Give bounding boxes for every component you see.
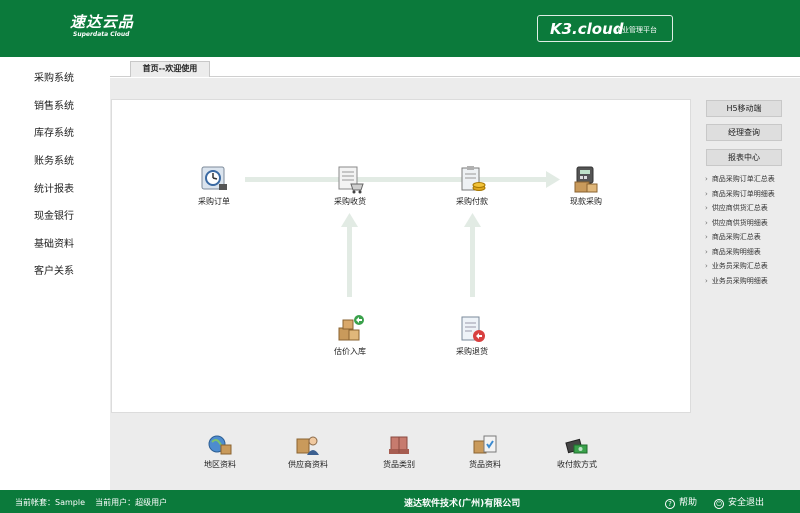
flow-label-purchase-receipt: 采购收货 (334, 197, 366, 206)
flow-node-purchase-payment[interactable]: 采购付款 (440, 164, 504, 207)
flow-label-cash-purchase: 现款采购 (570, 197, 602, 206)
chevron-right-icon: › (705, 190, 708, 198)
footer-bar: 当前帐套：Sample 当前用户：超级用户 速达软件技术(广州)有限公司 ? 帮助… (0, 490, 800, 513)
arrow-head-up-2 (464, 213, 481, 227)
logout-button[interactable]: ⏻ 安全退出 (714, 495, 764, 509)
payment-method-icon (565, 438, 588, 454)
flow-node-purchase-return[interactable]: 采购退货 (440, 314, 504, 357)
chevron-right-icon: › (705, 262, 708, 270)
help-button[interactable]: ? 帮助 (665, 495, 697, 509)
shortcut-label-supplier: 供应商资料 (288, 460, 328, 469)
chevron-right-icon: › (705, 219, 708, 227)
supplier-icon (296, 436, 319, 455)
sidebar-item-purchase[interactable]: 采购系统 (34, 69, 74, 84)
report-link-supplier-summary[interactable]: › 供应商供货汇总表 (705, 203, 768, 213)
report-link-goods-summary[interactable]: › 商品采购汇总表 (705, 232, 761, 242)
help-icon: ? (665, 499, 675, 509)
report-link-label: 商品采购订单汇总表 (711, 175, 775, 183)
product-name: K3.cloud (550, 20, 624, 38)
report-center-button[interactable]: 报表中心 (706, 149, 782, 166)
tab-home[interactable]: 首页--欢迎使用 (130, 61, 210, 77)
report-link-label: 供应商供货汇总表 (711, 204, 768, 212)
chevron-right-icon: › (705, 175, 708, 183)
flow-node-purchase-order[interactable]: 采购订单 (182, 164, 246, 207)
shortcut-goods-info[interactable]: 货品资料 (453, 433, 517, 470)
flow-node-estimated-stock-in[interactable]: 估价入库 (318, 314, 382, 357)
sidebar-item-accounting[interactable]: 账务系统 (34, 152, 74, 167)
chevron-right-icon: › (705, 277, 708, 285)
shortcut-label-goods-info: 货品资料 (469, 460, 501, 469)
header-bar: 速达云品 Superdata Cloud K3.cloud 企业管理平台 (0, 0, 800, 57)
report-link-order-summary[interactable]: › 商品采购订单汇总表 (705, 174, 775, 184)
flow-label-purchase-return: 采购退货 (456, 347, 488, 356)
account-info: 当前帐套：Sample 当前用户：超级用户 (15, 497, 167, 508)
chevron-right-icon: › (705, 204, 708, 212)
logo-sub-text: Superdata Cloud (73, 31, 130, 38)
flow-panel (111, 99, 691, 413)
arrow-horizontal (245, 177, 550, 182)
report-link-goods-detail[interactable]: › 商品采购明细表 (705, 247, 761, 257)
cash-purchase-icon (574, 166, 598, 193)
chevron-right-icon: › (705, 233, 708, 241)
region-icon (208, 435, 232, 455)
sidebar-nav: 采购系统 销售系统 库存系统 账务系统 统计报表 现金银行 基础资料 客户关系 (0, 57, 110, 490)
report-link-label: 业务员采购明细表 (711, 277, 768, 285)
flow-node-purchase-receipt[interactable]: 采购收货 (318, 164, 382, 207)
goods-category-icon (389, 436, 409, 454)
product-badge: K3.cloud 企业管理平台 (537, 15, 673, 42)
report-link-label: 商品采购明细表 (711, 248, 761, 256)
flow-node-cash-purchase[interactable]: 现款采购 (554, 164, 618, 207)
purchase-order-icon (201, 166, 227, 190)
logout-label: 安全退出 (728, 498, 765, 508)
power-icon: ⏻ (714, 499, 724, 509)
sidebar-item-reports[interactable]: 统计报表 (34, 180, 74, 195)
sidebar-item-inventory[interactable]: 库存系统 (34, 124, 74, 139)
shortcut-region[interactable]: 地区资料 (188, 433, 252, 470)
report-link-salesman-summary[interactable]: › 业务员采购汇总表 (705, 261, 768, 271)
sidebar-item-sales[interactable]: 销售系统 (34, 97, 74, 112)
arrow-head-up-1 (341, 213, 358, 227)
report-link-label: 业务员采购汇总表 (711, 262, 768, 270)
logo: 速达云品 Superdata Cloud (70, 14, 134, 39)
arrow-up-2 (470, 225, 475, 297)
report-link-order-detail[interactable]: › 商品采购订单明细表 (705, 189, 775, 199)
current-account: 当前帐套：Sample (15, 498, 85, 507)
estimated-stock-in-icon (338, 315, 364, 341)
flow-label-estimated-stock-in: 估价入库 (334, 347, 366, 356)
shortcut-supplier[interactable]: 供应商资料 (276, 433, 340, 470)
purchase-receipt-icon (338, 166, 364, 194)
manager-query-button[interactable]: 经理查询 (706, 124, 782, 141)
report-link-label: 供应商供货明细表 (711, 219, 768, 227)
tab-bar: 首页--欢迎使用 (110, 57, 800, 77)
company-name: 速达软件技术(广州)有限公司 (404, 499, 521, 509)
report-link-supplier-detail[interactable]: › 供应商供货明细表 (705, 218, 768, 228)
current-user: 当前用户：超级用户 (95, 498, 168, 507)
logo-main-text: 速达云品 (70, 13, 135, 31)
report-link-label: 商品采购订单明细表 (711, 190, 775, 198)
goods-info-icon (473, 435, 497, 454)
sidebar-item-basic-data[interactable]: 基础资料 (34, 235, 74, 250)
report-link-salesman-detail[interactable]: › 业务员采购明细表 (705, 276, 768, 286)
flow-label-purchase-order: 采购订单 (198, 197, 230, 206)
shortcut-label-payment-method: 收付款方式 (557, 460, 597, 469)
chevron-right-icon: › (705, 248, 708, 256)
help-label: 帮助 (679, 498, 698, 508)
sidebar-item-crm[interactable]: 客户关系 (34, 262, 74, 277)
shortcut-goods-category[interactable]: 货品类别 (367, 433, 431, 470)
flow-label-purchase-payment: 采购付款 (456, 197, 488, 206)
sidebar-item-cash-bank[interactable]: 现金银行 (34, 207, 74, 222)
h5-mobile-button[interactable]: H5移动端 (706, 100, 782, 117)
shortcut-label-goods-category: 货品类别 (383, 460, 415, 469)
shortcut-label-region: 地区资料 (204, 460, 236, 469)
product-tagline: 企业管理平台 (615, 26, 657, 34)
purchase-payment-icon (461, 166, 486, 191)
arrow-up-1 (347, 225, 352, 297)
purchase-return-icon (461, 316, 485, 342)
shortcut-payment-method[interactable]: 收付款方式 (545, 433, 609, 470)
report-link-label: 商品采购汇总表 (711, 233, 761, 241)
